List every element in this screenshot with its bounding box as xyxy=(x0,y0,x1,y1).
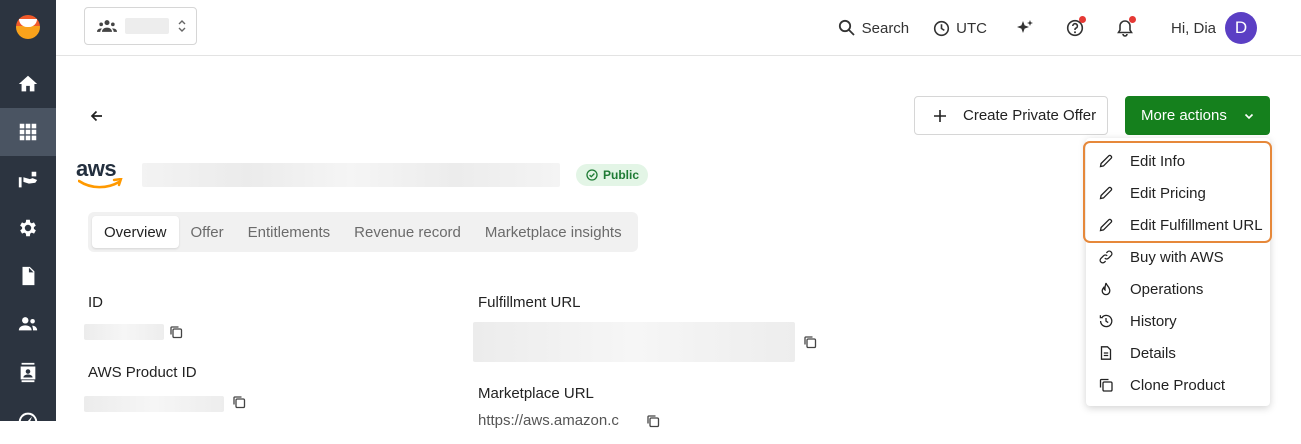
copy-product-id-icon[interactable] xyxy=(232,395,246,409)
menu-item-label: Operations xyxy=(1130,280,1204,298)
user-greeting: Hi, Dia xyxy=(1170,19,1216,37)
sparkles-icon xyxy=(1016,20,1033,33)
sidebar-item-settings[interactable] xyxy=(0,204,56,252)
product-name-redacted xyxy=(142,163,560,187)
aws-smile-icon xyxy=(78,178,123,189)
menu-item-label: Details xyxy=(1130,344,1176,362)
more-actions-button[interactable]: More actions xyxy=(1125,96,1270,135)
id-label: ID xyxy=(88,294,103,311)
sidebar-item-documents[interactable] xyxy=(0,252,56,300)
help-notification-dot xyxy=(1078,16,1086,23)
menu-item-details[interactable]: Details xyxy=(1086,337,1270,369)
people-icon xyxy=(18,317,38,331)
back-button[interactable] xyxy=(88,107,106,125)
notification-dot xyxy=(1128,16,1136,23)
chevron-updown-icon xyxy=(178,20,186,32)
sidebar xyxy=(0,0,56,427)
home-icon xyxy=(18,75,38,92)
help-button[interactable] xyxy=(1063,16,1087,40)
sidebar-item-users[interactable] xyxy=(0,300,56,348)
menu-item-label: Edit Fulfillment URL xyxy=(1130,216,1263,234)
id-value-redacted xyxy=(84,324,164,340)
tab-bar: Overview Offer Entitlements Revenue reco… xyxy=(88,212,638,252)
hand-money-icon xyxy=(18,171,38,188)
tab-overview[interactable]: Overview xyxy=(92,216,179,248)
search-label: Search xyxy=(861,19,910,37)
menu-item-label: Edit Pricing xyxy=(1130,184,1206,202)
menu-item-history[interactable]: History xyxy=(1086,305,1270,337)
sidebar-item-offers[interactable] xyxy=(0,156,56,204)
pencil-icon xyxy=(1098,185,1114,201)
arrow-left-icon xyxy=(90,110,102,122)
avatar[interactable]: D xyxy=(1225,12,1257,44)
link-icon xyxy=(1098,249,1114,265)
top-bar-actions: Search UTC Hi, Dia D xyxy=(838,0,1301,56)
copy-fulfillment-url-icon[interactable] xyxy=(803,335,817,349)
notifications-button[interactable] xyxy=(1113,16,1137,40)
menu-item-edit-fulfillment-url[interactable]: Edit Fulfillment URL xyxy=(1086,209,1270,241)
more-actions-label: More actions xyxy=(1141,107,1227,124)
menu-item-label: Buy with AWS xyxy=(1130,248,1224,266)
flame-icon xyxy=(1098,281,1114,297)
pencil-icon xyxy=(1098,153,1114,169)
clock-icon xyxy=(934,20,950,36)
plus-icon xyxy=(934,109,946,122)
menu-item-edit-info[interactable]: Edit Info xyxy=(1086,145,1270,177)
menu-item-edit-pricing[interactable]: Edit Pricing xyxy=(1086,177,1270,209)
menu-item-label: Clone Product xyxy=(1130,376,1226,394)
search-button[interactable]: Search xyxy=(838,19,910,37)
pencil-icon xyxy=(1098,217,1114,233)
grid-icon xyxy=(19,123,37,141)
menu-item-label: History xyxy=(1130,312,1177,330)
menu-item-operations[interactable]: Operations xyxy=(1086,273,1270,305)
timezone-label: UTC xyxy=(956,19,987,37)
aws-product-id-value-redacted xyxy=(84,396,224,412)
check-circle-icon xyxy=(586,169,598,181)
aws-product-id-label: AWS Product ID xyxy=(88,364,197,381)
contact-card-icon xyxy=(20,362,36,383)
tab-marketplace-insights[interactable]: Marketplace insights xyxy=(473,216,634,248)
status-badge: Public xyxy=(576,164,649,186)
status-badge-label: Public xyxy=(603,168,640,182)
sidebar-item-analytics[interactable] xyxy=(0,396,56,444)
fulfillment-url-value-redacted xyxy=(473,322,795,362)
copy-id-icon[interactable] xyxy=(169,325,183,339)
timezone-button[interactable]: UTC xyxy=(933,20,987,37)
create-private-offer-button[interactable]: Create Private Offer xyxy=(914,96,1108,135)
gauge-icon xyxy=(18,412,38,427)
search-icon xyxy=(838,19,855,36)
copy-marketplace-url-icon[interactable] xyxy=(646,414,660,428)
fulfillment-url-label: Fulfillment URL xyxy=(478,294,581,311)
aws-logo-text: aws xyxy=(76,156,117,181)
marketplace-url-label: Marketplace URL xyxy=(478,385,594,402)
create-private-offer-label: Create Private Offer xyxy=(963,107,1097,124)
gear-icon xyxy=(20,219,36,237)
tab-revenue-record[interactable]: Revenue record xyxy=(342,216,473,248)
tab-offer[interactable]: Offer xyxy=(179,216,236,248)
menu-item-buy-with-aws[interactable]: Buy with AWS xyxy=(1086,241,1270,273)
people-icon xyxy=(97,20,117,32)
history-icon xyxy=(1098,313,1114,329)
aws-logo: aws xyxy=(76,158,126,190)
tab-entitlements[interactable]: Entitlements xyxy=(236,216,343,248)
clone-icon xyxy=(1098,377,1114,393)
document-icon xyxy=(22,266,35,286)
chevron-down-icon xyxy=(1244,113,1253,119)
sidebar-item-products[interactable] xyxy=(0,108,56,156)
top-bar: Search UTC Hi, Dia D xyxy=(56,0,1301,56)
app-logo[interactable] xyxy=(16,15,40,39)
menu-item-label: Edit Info xyxy=(1130,152,1186,170)
document-icon xyxy=(1098,345,1114,361)
organization-name-redacted xyxy=(125,18,169,34)
ai-assistant-button[interactable] xyxy=(1013,16,1037,40)
organization-selector[interactable] xyxy=(84,7,197,45)
menu-item-clone-product[interactable]: Clone Product xyxy=(1086,369,1270,401)
sidebar-item-contacts[interactable] xyxy=(0,348,56,396)
sidebar-item-home[interactable] xyxy=(0,60,56,108)
